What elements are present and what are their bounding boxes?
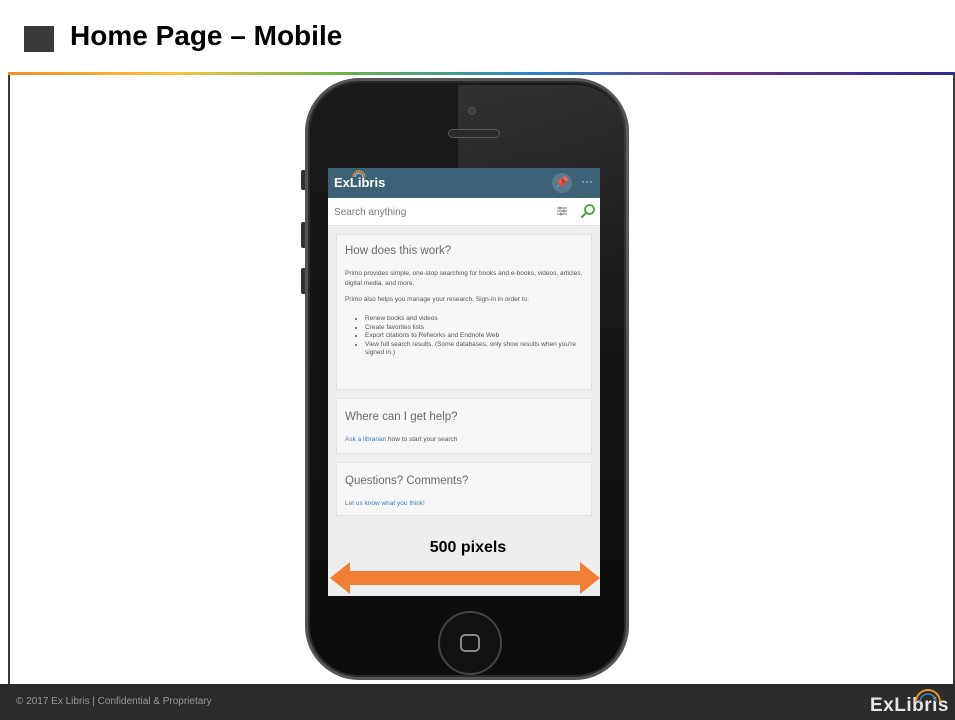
list-item: View full search results. (Some database…	[365, 341, 589, 358]
app-logo[interactable]: ExLibris	[334, 175, 385, 190]
home-button-square	[460, 634, 480, 652]
home-button-icon	[438, 611, 502, 675]
logo-arc-icon	[352, 170, 366, 177]
logo-arc-icon	[915, 689, 941, 702]
search-input[interactable]	[334, 203, 534, 221]
list-item: Export citations to Refworks and Endnote…	[365, 332, 589, 341]
feature-list: Renew books and videos Create favorites …	[357, 315, 589, 358]
phone-speaker	[448, 129, 500, 138]
ask-librarian-link[interactable]: Ask a librarian	[345, 436, 386, 443]
slide-title: Home Page – Mobile	[70, 20, 343, 51]
help-rest-text: how to start your search	[386, 436, 458, 443]
slide-title-bar: Home Page – Mobile	[8, 0, 955, 72]
card-title: Where can I get help?	[345, 411, 458, 423]
card-feedback-text: Let us know what you think!	[345, 499, 589, 509]
list-item: Create favorites lists	[365, 324, 589, 333]
card-help-text: Ask a librarian how to start your search	[345, 435, 589, 445]
footer-copyright: © 2017 Ex Libris | Confidential & Propri…	[16, 696, 212, 707]
card-title: How does this work?	[345, 245, 452, 257]
width-annotation-label: 500 pixels	[429, 539, 507, 556]
card-paragraph: Primo provides simple, one-stop searchin…	[345, 270, 583, 287]
double-arrow-icon	[330, 562, 600, 594]
footer-logo: ExLibris	[870, 688, 948, 716]
pin-icon[interactable]: 📌	[552, 173, 572, 193]
list-item: Renew books and videos	[365, 315, 589, 324]
title-gradient-rule	[8, 72, 955, 75]
card-how-it-works: How does this work? Primo provides simpl…	[336, 234, 592, 390]
search-icon[interactable]	[580, 203, 596, 219]
slide-footer: © 2017 Ex Libris | Confidential & Propri…	[0, 684, 955, 720]
card-help: Where can I get help? Ask a librarian ho…	[336, 398, 592, 454]
search-bar	[328, 198, 600, 226]
card-feedback: Questions? Comments? Let us know what yo…	[336, 462, 592, 516]
phone-camera	[468, 107, 476, 115]
phone-screen: ExLibris 📌 ··· How does this w	[328, 168, 600, 596]
app-header: ExLibris 📌 ···	[328, 168, 600, 198]
title-marker	[24, 26, 54, 52]
card-paragraph: Primo also helps you manage your researc…	[345, 296, 529, 303]
filter-icon[interactable]	[556, 205, 568, 217]
card-title: Questions? Comments?	[345, 475, 469, 487]
feedback-link[interactable]: Let us know what you think!	[345, 500, 425, 507]
more-icon[interactable]: ···	[578, 173, 596, 193]
